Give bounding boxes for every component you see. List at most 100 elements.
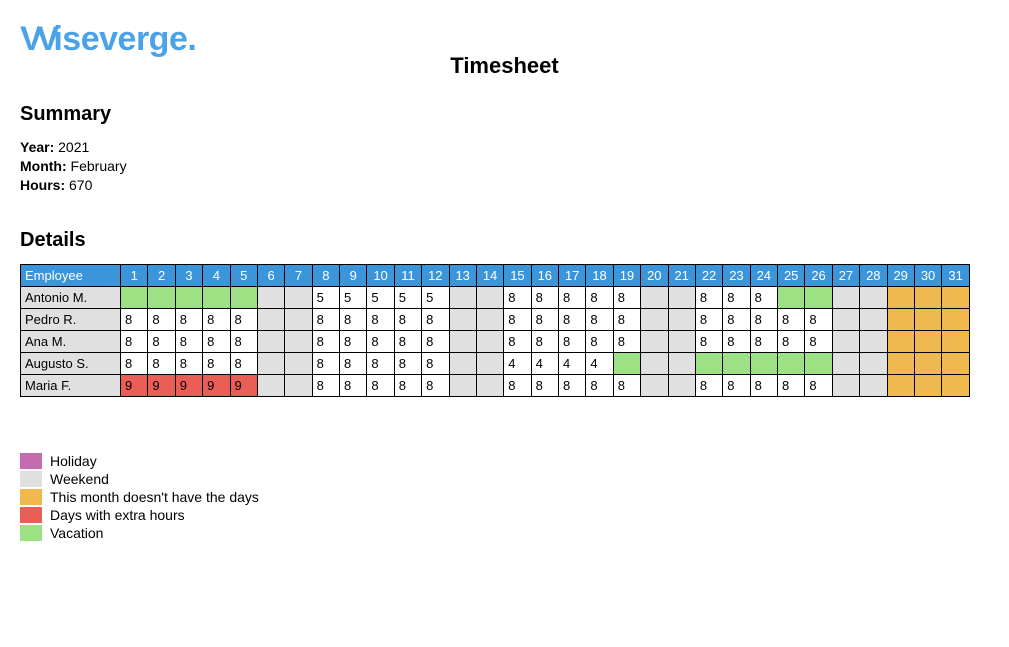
day-cell: 8 [778, 330, 805, 352]
employee-name-cell: Ana M. [21, 330, 121, 352]
day-cell [449, 286, 476, 308]
day-cell: 8 [422, 308, 449, 330]
day-cell [914, 308, 941, 330]
day-cell [476, 308, 503, 330]
day-header: 20 [641, 264, 668, 286]
day-cell: 8 [394, 374, 421, 396]
table-row: Antonio M.5555588888888 [21, 286, 970, 308]
day-header: 17 [559, 264, 586, 286]
day-cell [641, 286, 668, 308]
day-header: 6 [257, 264, 284, 286]
day-cell: 8 [340, 374, 367, 396]
swatch-extra [20, 507, 42, 523]
day-cell: 8 [312, 308, 339, 330]
day-cell [613, 352, 640, 374]
day-cell [942, 352, 970, 374]
day-cell [285, 352, 312, 374]
day-cell [723, 352, 750, 374]
day-cell: 8 [750, 374, 777, 396]
day-cell [257, 374, 284, 396]
day-header: 26 [805, 264, 832, 286]
legend-item-weekend: Weekend [20, 471, 989, 487]
day-cell [641, 308, 668, 330]
legend-item-vacation: Vacation [20, 525, 989, 541]
legend: Holiday Weekend This month doesn't have … [20, 453, 989, 541]
day-cell: 4 [586, 352, 613, 374]
day-cell: 8 [723, 308, 750, 330]
day-cell: 8 [559, 308, 586, 330]
day-cell: 9 [121, 374, 148, 396]
swatch-nodays [20, 489, 42, 505]
day-cell [285, 330, 312, 352]
day-cell [860, 286, 887, 308]
day-cell: 8 [175, 308, 202, 330]
day-cell [832, 374, 859, 396]
timesheet-table: Employee 1234567891011121314151617181920… [20, 264, 970, 397]
day-cell [641, 330, 668, 352]
day-cell: 8 [312, 330, 339, 352]
day-cell: 4 [559, 352, 586, 374]
day-cell: 8 [367, 308, 394, 330]
day-cell: 9 [175, 374, 202, 396]
day-cell: 8 [367, 352, 394, 374]
day-cell [641, 374, 668, 396]
employee-name-cell: Pedro R. [21, 308, 121, 330]
day-cell: 8 [559, 330, 586, 352]
hours-label: Hours: [20, 177, 65, 193]
month-label: Month: [20, 158, 67, 174]
day-cell: 8 [367, 374, 394, 396]
day-cell: 8 [175, 330, 202, 352]
day-cell: 8 [394, 352, 421, 374]
day-cell [860, 308, 887, 330]
day-cell: 8 [340, 308, 367, 330]
day-cell: 8 [422, 374, 449, 396]
table-row: Augusto S.88888888884444 [21, 352, 970, 374]
day-header: 7 [285, 264, 312, 286]
day-cell [805, 352, 832, 374]
day-header: 18 [586, 264, 613, 286]
day-cell [285, 308, 312, 330]
day-header: 24 [750, 264, 777, 286]
day-header: 22 [695, 264, 722, 286]
day-cell [641, 352, 668, 374]
day-cell [175, 286, 202, 308]
day-cell: 8 [531, 286, 558, 308]
day-header: 11 [394, 264, 421, 286]
day-cell [148, 286, 175, 308]
table-row: Maria F.99999888888888888888 [21, 374, 970, 396]
day-cell [257, 308, 284, 330]
employee-name-cell: Maria F. [21, 374, 121, 396]
day-cell [449, 374, 476, 396]
table-row: Pedro R.88888888888888888888 [21, 308, 970, 330]
day-cell [668, 286, 695, 308]
day-cell [887, 286, 914, 308]
summary-block: Year: 2021 Month: February Hours: 670 [20, 138, 989, 195]
day-cell: 9 [148, 374, 175, 396]
day-cell: 8 [559, 374, 586, 396]
day-cell [285, 286, 312, 308]
day-cell [832, 352, 859, 374]
day-cell [832, 308, 859, 330]
table-row: Ana M.88888888888888888888 [21, 330, 970, 352]
brand-text: iseverge. [53, 20, 196, 58]
day-cell: 8 [695, 330, 722, 352]
day-cell: 8 [175, 352, 202, 374]
day-cell [778, 286, 805, 308]
summary-heading: Summary [20, 103, 989, 126]
day-cell: 5 [340, 286, 367, 308]
day-header: 15 [504, 264, 531, 286]
employee-header: Employee [21, 264, 121, 286]
legend-label-vacation: Vacation [50, 525, 103, 541]
day-cell [778, 352, 805, 374]
day-header: 30 [914, 264, 941, 286]
day-cell [476, 374, 503, 396]
year-value: 2021 [58, 139, 89, 155]
day-cell: 8 [723, 286, 750, 308]
day-cell: 8 [750, 330, 777, 352]
day-cell: 8 [778, 374, 805, 396]
day-cell: 8 [230, 308, 257, 330]
day-header: 19 [613, 264, 640, 286]
day-cell: 8 [340, 330, 367, 352]
day-cell [285, 374, 312, 396]
day-header: 8 [312, 264, 339, 286]
